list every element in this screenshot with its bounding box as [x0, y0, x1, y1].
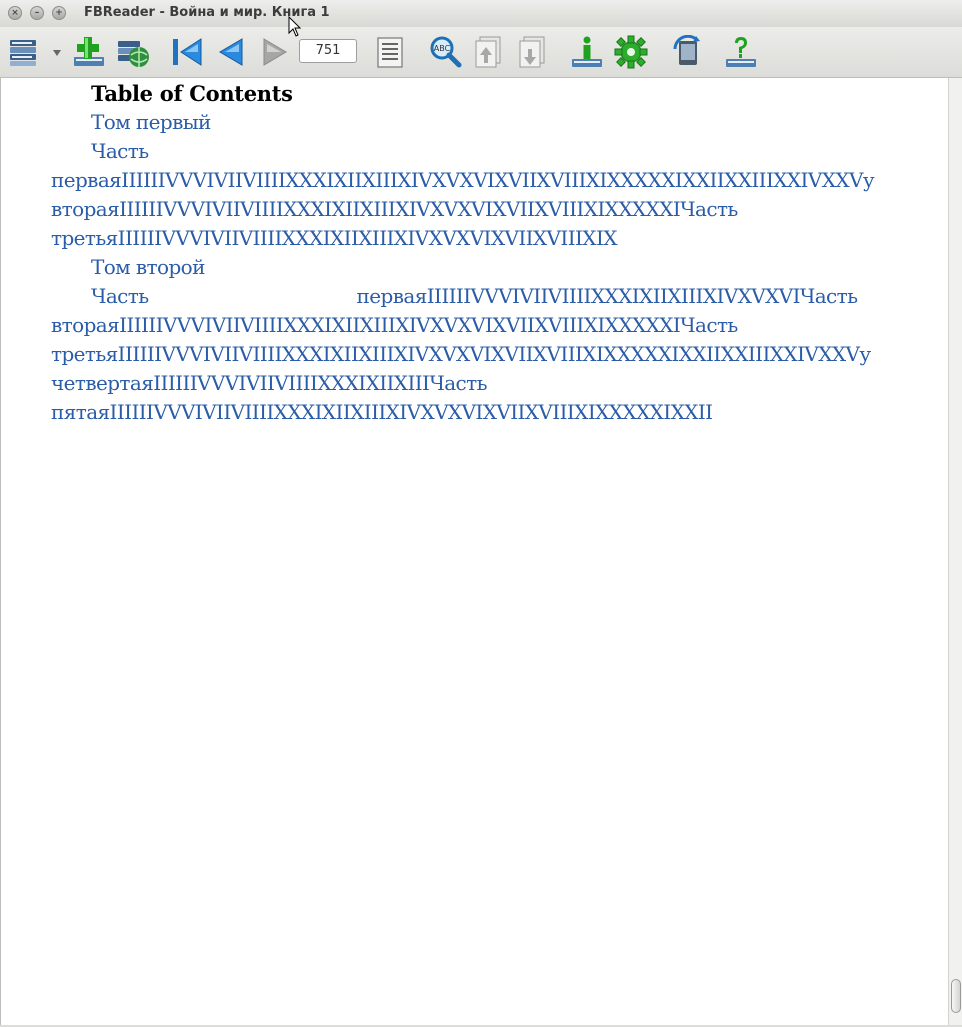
help-icon [726, 37, 756, 67]
forward-button[interactable] [258, 35, 292, 69]
page-down-button[interactable] [516, 35, 550, 69]
page-down-icon [519, 36, 545, 68]
menu-arrow-icon [53, 50, 61, 56]
preferences-button[interactable] [614, 35, 648, 69]
back-button[interactable] [214, 35, 248, 69]
page-up-button[interactable] [472, 35, 506, 69]
search-icon: ABC [430, 36, 462, 68]
toc-link-line[interactable]: пятаяIIIIIIVVVIVIIVIIIIXXXIXIIXIIIXIVXVX… [51, 400, 713, 424]
preferences-icon [614, 35, 648, 69]
book-info-button[interactable] [570, 35, 604, 69]
page-number-field[interactable]: 751 [299, 39, 357, 63]
go-to-start-button[interactable] [170, 35, 204, 69]
minimize-icon: – [34, 8, 40, 18]
toc-link-line[interactable]: Часть перваяIIIIIIVVVIVIIVIIIIXXXIXIIXIII… [91, 284, 858, 308]
toc-link-tom-1[interactable]: Том первый [91, 110, 211, 134]
toc-link-chast[interactable]: Часть [91, 139, 149, 163]
toc-link-chast[interactable]: Часть [91, 284, 149, 308]
svg-text:ABC: ABC [434, 44, 451, 53]
add-book-icon [74, 37, 104, 66]
toc-icon [377, 37, 403, 68]
library-button[interactable] [8, 35, 42, 69]
library-icon [10, 40, 36, 66]
minimize-window-button[interactable]: – [30, 6, 44, 20]
page-up-icon [475, 36, 501, 68]
maximize-icon: + [55, 8, 63, 18]
reader-view: Table of Contents Том первый Часть перва… [0, 78, 949, 1025]
toc-link-line[interactable]: втораяIIIIIIVVVIVIIVIIIIXXXIXIIXIIIXIVXV… [51, 313, 738, 337]
book-info-icon [572, 36, 602, 67]
toc-link-line[interactable]: третьяIIIIIIVVVIVIIVIIIIXXXIXIIXIIIXIVXV… [51, 226, 617, 250]
library-menu-button[interactable] [50, 35, 64, 69]
rotate-screen-button[interactable] [670, 35, 704, 69]
toc-button[interactable] [374, 35, 408, 69]
maximize-window-button[interactable]: + [52, 6, 66, 20]
title-bar: × – + FBReader - Война и мир. Книга 1 [0, 0, 962, 27]
search-button[interactable]: ABC [428, 35, 462, 69]
toc-link-line[interactable]: четвертаяIIIIIIVVVIVIIVIIIIXXXIXIIXIIIЧа… [51, 371, 487, 395]
help-button[interactable] [724, 35, 758, 69]
toc-heading: Table of Contents [91, 81, 293, 106]
forward-icon [263, 38, 287, 66]
close-icon: × [11, 8, 19, 18]
add-book-button[interactable] [72, 35, 106, 69]
toc-link-part[interactable]: перваяIIIIIIVVVIVIIVIIIIXXXIXIIXIIIXIVXV… [357, 284, 858, 308]
close-window-button[interactable]: × [8, 6, 22, 20]
toc-link-line[interactable]: перваяIIIIIIVVVIVIIVIIIIXXXIXIIXIIIXIVXV… [51, 168, 875, 192]
toc-link-line[interactable]: втораяIIIIIIVVVIVIIVIIIIXXXIXIIXIIIXIVXV… [51, 197, 738, 221]
toolbar: 751 ABC [0, 27, 962, 78]
go-to-start-icon [173, 38, 202, 66]
back-icon [219, 38, 243, 66]
mouse-pointer-icon [288, 16, 302, 37]
toc-link-line[interactable]: третьяIIIIIIVVVIVIIVIIIIXXXIXIIXIIIXIVXV… [51, 342, 871, 366]
network-library-button[interactable] [116, 35, 150, 69]
vertical-scrollbar[interactable] [948, 78, 962, 1025]
scrollbar-thumb[interactable] [951, 979, 961, 1013]
network-library-icon [118, 41, 149, 67]
rotate-icon [673, 35, 700, 65]
toc-link-tom-2[interactable]: Том второй [91, 255, 205, 279]
